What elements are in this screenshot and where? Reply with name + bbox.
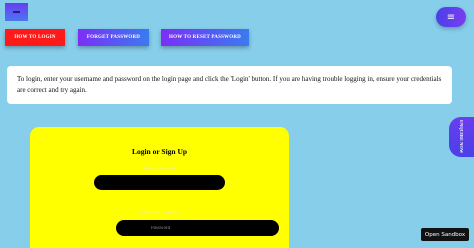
forget-password-button[interactable]: FORGET PASSWORD [78,29,149,46]
enquire-now-tab[interactable]: ENQUIRE NOW [449,117,474,157]
info-text: To login, enter your username and passwo… [17,75,442,94]
hamburger-icon: ≡ [446,11,456,23]
minus-icon [13,11,20,13]
how-to-login-button[interactable]: HOW TO LOGIN [5,29,65,46]
info-card: To login, enter your username and passwo… [7,66,452,104]
open-sandbox-button[interactable]: Open Sandbox [421,228,469,241]
username-label: Enter your email [142,167,177,172]
password-input[interactable] [116,220,279,236]
enquire-now-label: ENQUIRE NOW [459,120,464,154]
login-title: Login or Sign Up [131,147,188,156]
password-label: Enter your password [138,211,181,216]
logo-square[interactable] [5,3,28,21]
menu-button[interactable]: ≡ [436,7,466,27]
how-to-reset-password-button[interactable]: HOW TO RESET PASSWORD [161,29,249,46]
username-input[interactable] [94,175,225,190]
